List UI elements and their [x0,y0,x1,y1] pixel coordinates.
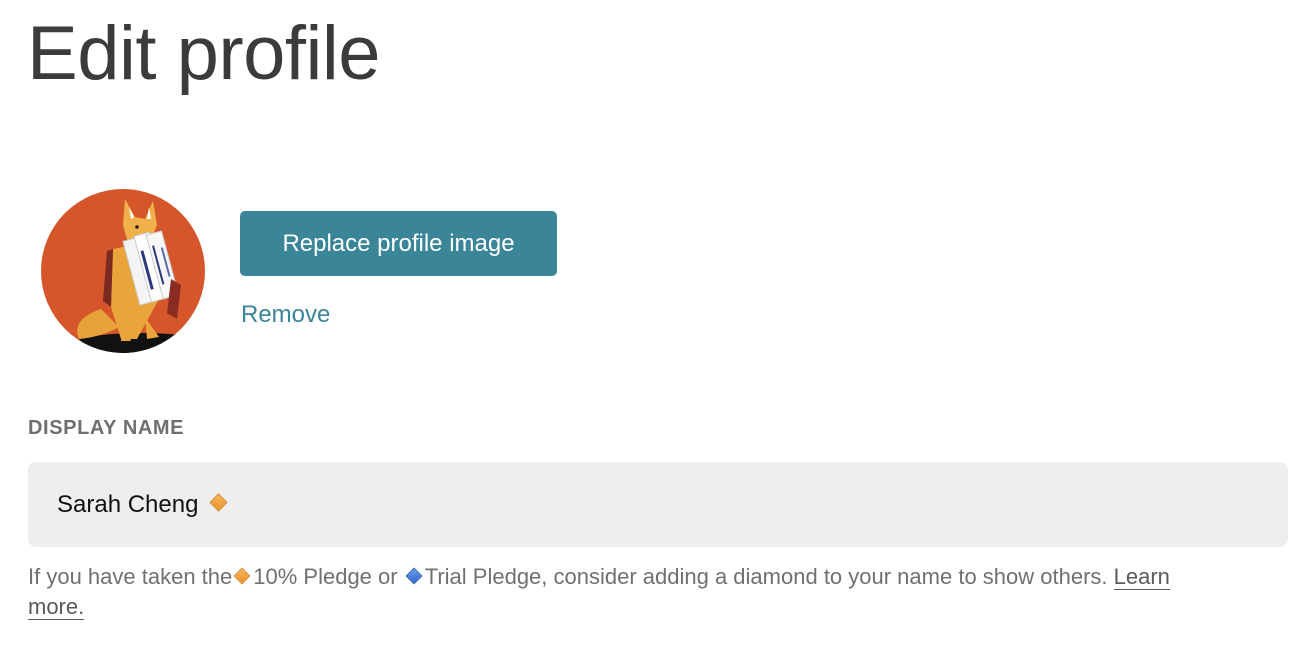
replace-profile-image-button[interactable]: Replace profile image [240,211,557,276]
avatar [41,189,205,353]
help-text-ten-percent-pledge: 10% Pledge or [253,564,398,589]
display-name-value: Sarah Cheng [57,490,199,518]
blue-diamond-icon [405,567,423,585]
fox-avatar-icon [41,189,205,353]
orange-diamond-icon [209,493,229,512]
help-text-trial-pledge: Trial Pledge, consider adding a diamond … [424,564,1108,589]
display-name-label: DISPLAY NAME [28,417,185,439]
display-name-help-text: If you have taken the 10% Pledge or Trial… [28,562,1228,622]
page-title: Edit profile [27,11,381,96]
orange-diamond-icon [233,567,251,585]
remove-profile-image-link[interactable]: Remove [241,298,330,332]
display-name-input[interactable]: Sarah Cheng [28,462,1288,547]
help-text-intro: If you have taken the [28,564,233,589]
